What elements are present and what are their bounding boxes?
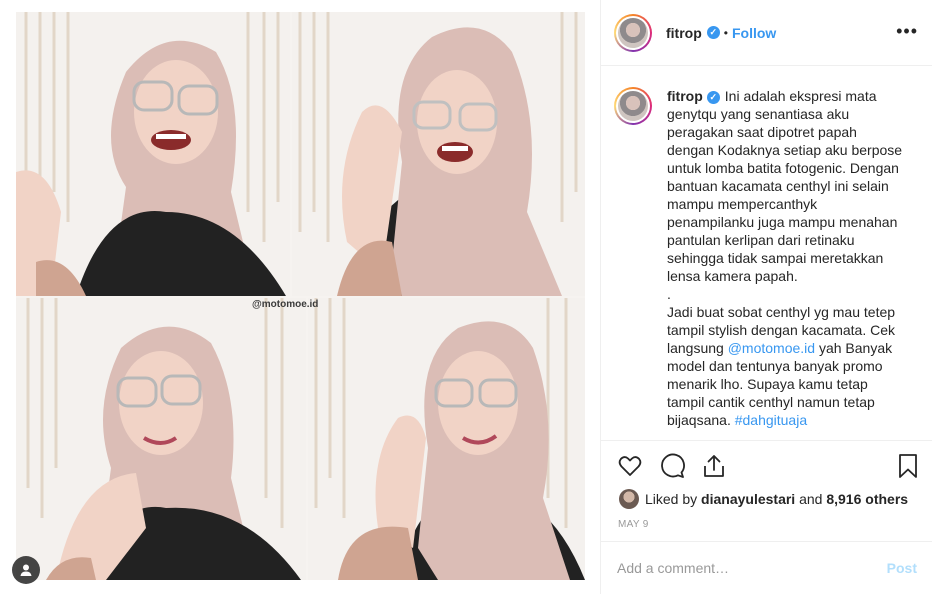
username-link[interactable]: fitrop <box>666 25 702 41</box>
caption-avatar[interactable] <box>614 87 652 125</box>
heart-icon[interactable] <box>617 453 643 479</box>
photo-collage[interactable]: @motomoe.id <box>16 12 585 580</box>
bookmark-icon[interactable] <box>895 453 921 479</box>
likes-count-link[interactable]: 8,916 others <box>826 491 908 507</box>
post-details-panel: fitrop ✓ • Follow ••• fitrop ✓ Ini adalah … <box>600 0 932 594</box>
add-comment-bar: Post <box>601 541 932 594</box>
follow-button[interactable]: Follow <box>732 25 776 41</box>
comment-input[interactable] <box>617 560 887 576</box>
photo-bottom-right <box>308 298 585 580</box>
post-media[interactable]: @motomoe.id <box>0 0 600 594</box>
caption-username[interactable]: fitrop <box>667 88 703 104</box>
verified-icon: ✓ <box>706 26 720 39</box>
user-tag-button[interactable] <box>12 556 40 584</box>
avatar[interactable] <box>614 13 652 52</box>
liked-by-prefix: Liked by <box>645 491 702 507</box>
separator-dot: • <box>723 25 728 40</box>
post-comment-button[interactable]: Post <box>887 560 917 576</box>
liker-avatar[interactable] <box>619 489 639 509</box>
liked-by-mid: and <box>795 491 827 507</box>
verified-icon: ✓ <box>706 90 720 104</box>
more-options-button[interactable]: ••• <box>896 22 918 40</box>
photo-top-left <box>16 12 290 296</box>
likes-summary: Liked by dianayulestari and 8,916 others <box>619 489 908 509</box>
user-tag-icon <box>20 564 32 576</box>
post-actions: Liked by dianayulestari and 8,916 others… <box>601 440 932 540</box>
caption-body-1: Ini adalah ekspresi mata genytqu yang se… <box>667 88 903 356</box>
liked-by-user-link[interactable]: dianayulestari <box>701 491 795 507</box>
hashtag-link[interactable]: #dahgituaja <box>735 412 807 428</box>
caption-section: fitrop ✓ Ini adalah ekspresi mata genytqu … <box>601 67 932 439</box>
post-date[interactable]: MAY 9 <box>618 519 649 530</box>
share-icon[interactable] <box>701 453 727 479</box>
post-header: fitrop ✓ • Follow ••• <box>601 0 932 66</box>
comment-icon[interactable] <box>659 453 685 479</box>
watermark-text: @motomoe.id <box>252 299 319 310</box>
mention-link[interactable]: @motomoe.id <box>728 340 815 356</box>
photo-top-right <box>292 12 585 296</box>
photo-bottom-left <box>16 298 306 580</box>
caption-text: fitrop ✓ Ini adalah ekspresi mata genytqu … <box>667 87 907 439</box>
